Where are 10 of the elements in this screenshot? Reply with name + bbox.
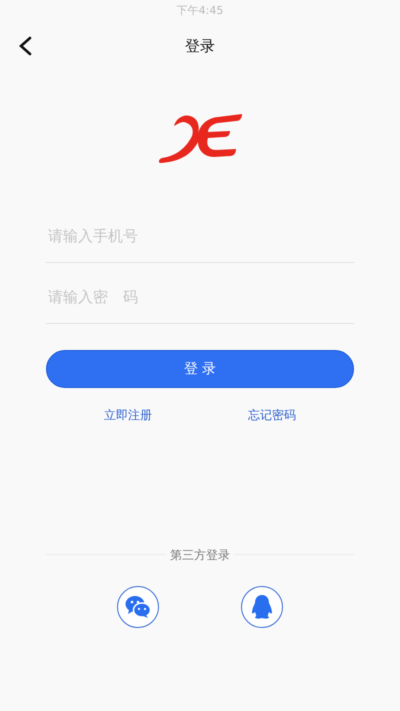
login-button[interactable]: 登 录 [46,350,354,388]
page-title: 登录 [185,36,215,56]
penguin-icon [251,594,273,620]
text-link[interactable]: 忘记密码 [248,407,296,424]
back-button[interactable] [18,36,32,56]
penguin-login-button[interactable] [241,586,283,628]
status-time: 下午4:45 [176,2,224,18]
text-link[interactable]: 立即注册 [104,407,152,424]
wechat-login-button[interactable] [117,586,159,628]
wechat-icon [125,595,151,619]
